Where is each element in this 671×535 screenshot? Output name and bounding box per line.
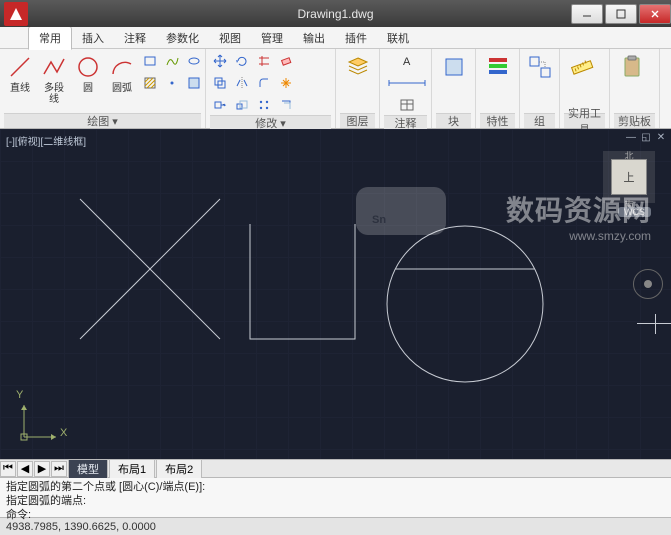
- close-button[interactable]: [639, 4, 671, 24]
- arc-icon: [108, 53, 136, 81]
- offset-icon[interactable]: [276, 95, 296, 115]
- tab-home[interactable]: 常用: [28, 26, 72, 50]
- panel-properties-label: 特性: [487, 113, 509, 129]
- app-icon[interactable]: [4, 2, 28, 26]
- tab-parametric[interactable]: 参数化: [156, 27, 209, 49]
- tab-insert[interactable]: 插入: [72, 27, 114, 49]
- stretch-icon[interactable]: [210, 95, 230, 115]
- modify-tools: [210, 51, 296, 115]
- point-icon[interactable]: [162, 73, 182, 93]
- measure-icon: [568, 53, 596, 81]
- rectangle-icon[interactable]: [140, 51, 160, 71]
- document-title: Drawing1.dwg: [297, 7, 373, 21]
- tab-plugins[interactable]: 插件: [335, 27, 377, 49]
- text-icon[interactable]: A: [384, 51, 430, 71]
- layout-next-icon[interactable]: ▶: [34, 461, 50, 477]
- block-icon: [440, 53, 468, 81]
- hatch-icon[interactable]: [140, 73, 160, 93]
- panel-groups-label: 组: [534, 113, 545, 129]
- panel-block-label: 块: [448, 113, 459, 129]
- clipboard-icon: [618, 53, 646, 81]
- copy-icon[interactable]: [210, 73, 230, 93]
- tab-manage[interactable]: 管理: [251, 27, 293, 49]
- tab-online[interactable]: 联机: [377, 27, 419, 49]
- command-history-1: 指定圆弧的第二个点或 [圆心(C)/端点(E)]:: [6, 480, 665, 494]
- panel-clipboard: 剪贴板: [610, 49, 660, 128]
- move-icon[interactable]: [210, 51, 230, 71]
- groups-button[interactable]: [524, 51, 556, 83]
- utilities-button[interactable]: [564, 51, 600, 83]
- panel-modify: 修改▾: [206, 49, 336, 128]
- line-icon: [6, 53, 34, 81]
- panel-draw-label: 绘图: [87, 113, 109, 129]
- erase-icon[interactable]: [276, 51, 296, 71]
- panel-block: 块: [432, 49, 476, 128]
- groups-icon: [526, 53, 554, 81]
- panel-properties: 特性: [476, 49, 520, 128]
- properties-button[interactable]: [480, 51, 515, 83]
- ucs-icon[interactable]: Y X: [16, 399, 62, 445]
- tab-annotate[interactable]: 注释: [114, 27, 156, 49]
- layout-tab-model[interactable]: 模型: [68, 459, 108, 478]
- panel-groups: 组: [520, 49, 560, 128]
- tab-output[interactable]: 输出: [293, 27, 335, 49]
- ucs-x-label: X: [60, 427, 67, 439]
- properties-icon: [484, 53, 512, 81]
- layers-button[interactable]: [340, 51, 375, 83]
- svg-text:A: A: [403, 56, 411, 68]
- polyline-button[interactable]: 多段线: [38, 51, 70, 107]
- layers-icon: [344, 53, 372, 81]
- draw-small-tools: [140, 51, 204, 93]
- fillet-icon[interactable]: [254, 73, 274, 93]
- drawn-geometry: [0, 129, 671, 459]
- minimize-button[interactable]: [571, 4, 603, 24]
- circle-icon: [74, 53, 102, 81]
- expand-icon[interactable]: ▾: [280, 117, 286, 130]
- expand-icon[interactable]: ▾: [112, 115, 118, 128]
- panel-utilities: 实用工具: [560, 49, 610, 128]
- layout-first-icon[interactable]: ⏮: [0, 461, 16, 477]
- region-icon[interactable]: [184, 73, 204, 93]
- layout-prev-icon[interactable]: ◀: [17, 461, 33, 477]
- status-bar: 4938.7985, 1390.6625, 0.0000: [0, 517, 671, 535]
- explode-icon[interactable]: [276, 73, 296, 93]
- line-button[interactable]: 直线: [4, 51, 36, 96]
- ellipse-icon[interactable]: [184, 51, 204, 71]
- layout-tab-1[interactable]: 布局1: [109, 459, 155, 478]
- circle-button[interactable]: 圆: [72, 51, 104, 96]
- mirror-icon[interactable]: [232, 73, 252, 93]
- table-icon[interactable]: [384, 95, 430, 115]
- dimension-icon[interactable]: [384, 73, 430, 93]
- panel-annotation: A 注释: [380, 49, 432, 128]
- tab-view[interactable]: 视图: [209, 27, 251, 49]
- spline-icon[interactable]: [162, 51, 182, 71]
- scale-icon[interactable]: [232, 95, 252, 115]
- layout-tab-2[interactable]: 布局2: [156, 459, 202, 478]
- panel-clipboard-label: 剪贴板: [618, 113, 651, 129]
- ribbon: 直线 多段线 圆 圆弧 绘图▾: [0, 49, 671, 129]
- drawing-canvas[interactable]: [-][俯视][二维线框] — ◱ ✕ 北 上 南 WCS Y X Sn: [0, 129, 671, 459]
- rotate-icon[interactable]: [232, 51, 252, 71]
- arc-button[interactable]: 圆弧: [106, 51, 138, 96]
- ribbon-tabs: 常用 插入 注释 参数化 视图 管理 输出 插件 联机: [0, 27, 671, 49]
- block-button[interactable]: [436, 51, 471, 83]
- command-line[interactable]: 指定圆弧的第二个点或 [圆心(C)/端点(E)]: 指定圆弧的端点: 命令:: [0, 477, 671, 517]
- maximize-button[interactable]: [605, 4, 637, 24]
- title-bar: Drawing1.dwg: [0, 0, 671, 27]
- array-icon[interactable]: [254, 95, 274, 115]
- panel-layers-label: 图层: [347, 113, 369, 129]
- clipboard-button[interactable]: [614, 51, 650, 83]
- trim-icon[interactable]: [254, 51, 274, 71]
- layout-tabs: ⏮ ◀ ▶ ⏭ 模型 布局1 布局2: [0, 459, 671, 477]
- panel-layers: 图层: [336, 49, 380, 128]
- ucs-y-label: Y: [16, 389, 23, 401]
- layout-last-icon[interactable]: ⏭: [51, 461, 67, 477]
- command-history-2: 指定圆弧的端点:: [6, 494, 665, 508]
- polyline-icon: [40, 53, 68, 81]
- window-controls: [569, 4, 671, 24]
- panel-draw: 直线 多段线 圆 圆弧 绘图▾: [0, 49, 206, 128]
